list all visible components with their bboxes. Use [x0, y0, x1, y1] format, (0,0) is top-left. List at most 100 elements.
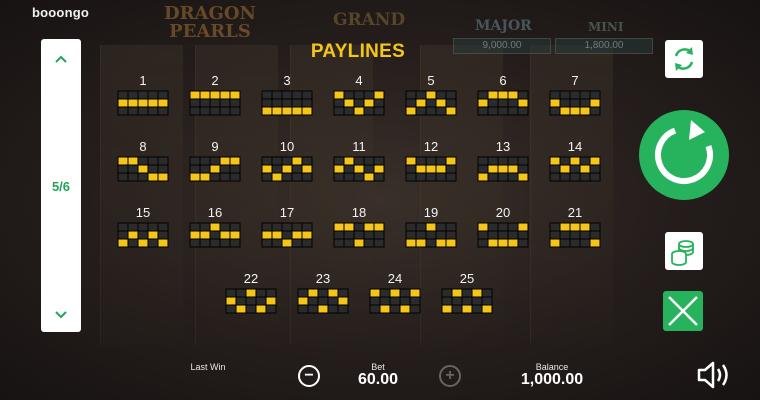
payline-diagram: [297, 288, 349, 314]
payline-cell-active: [189, 90, 201, 100]
sound-button[interactable]: [693, 358, 733, 392]
payline-cell: [333, 98, 345, 108]
payline-cell-active: [569, 222, 581, 232]
payline-cell-active: [137, 164, 149, 174]
payline-cell: [471, 304, 483, 314]
payline-cell: [579, 98, 591, 108]
payline-cell: [569, 172, 581, 182]
payline-cell: [281, 222, 293, 232]
payline-cell: [425, 106, 437, 116]
payline-cell: [301, 172, 313, 182]
payline-cell: [343, 106, 355, 116]
payline-cell: [497, 222, 509, 232]
payline-cell-active: [517, 172, 529, 182]
payline-cell-active: [157, 238, 169, 248]
payline-cell: [291, 164, 303, 174]
payline-cell-active: [245, 288, 257, 298]
payline-cell-active: [549, 156, 561, 166]
payline-cell-active: [589, 156, 601, 166]
payline-cell: [497, 106, 509, 116]
payline-cell: [281, 98, 293, 108]
payline-cell-active: [579, 164, 591, 174]
payline-cell: [255, 296, 267, 306]
bet-value: 60.00: [357, 371, 399, 388]
brand-logo: booongo: [32, 5, 89, 20]
payline-diagram: [333, 222, 385, 248]
payline-cell-active: [405, 106, 417, 116]
payline-cell-active: [477, 222, 489, 232]
payline-cell: [229, 172, 241, 182]
payline-number: 25: [459, 271, 475, 286]
payline-diagram: [405, 222, 457, 248]
payline-cell-active: [317, 304, 329, 314]
page-navigator: 5/6: [41, 39, 81, 332]
payline-cell: [337, 304, 349, 314]
chevron-down-icon[interactable]: [41, 307, 81, 323]
decrease-bet-button[interactable]: −: [298, 365, 320, 387]
payline-cell: [389, 304, 401, 314]
payline-cell: [343, 238, 355, 248]
payline-19: 19: [405, 205, 457, 248]
jackpot-grand-label: GRAND: [333, 10, 406, 30]
payline-cell: [369, 304, 381, 314]
payline-cell-active: [301, 230, 313, 240]
payline-number: 10: [279, 139, 295, 154]
payline-cell-active: [265, 296, 277, 306]
spin-button[interactable]: [639, 110, 729, 200]
payline-cell: [399, 296, 411, 306]
payline-cell-active: [307, 288, 319, 298]
game-logo-line2: PEARLS: [169, 21, 251, 42]
payline-cell: [281, 156, 293, 166]
chevron-up-icon[interactable]: [41, 51, 81, 67]
bet-settings-button[interactable]: [665, 232, 703, 270]
payline-cell-active: [415, 98, 427, 108]
payline-cell: [327, 296, 339, 306]
increase-bet-button[interactable]: +: [439, 365, 461, 387]
payline-number: 9: [211, 139, 219, 154]
close-x-icon: [668, 296, 698, 326]
payline-cell: [127, 164, 139, 174]
payline-cell: [229, 98, 241, 108]
payline-cell: [117, 164, 129, 174]
payline-cell: [549, 172, 561, 182]
payline-cell: [589, 222, 601, 232]
payline-cell: [363, 106, 375, 116]
payline-cell: [307, 304, 319, 314]
payline-cell-active: [281, 164, 293, 174]
payline-cell: [291, 98, 303, 108]
payline-cell: [435, 222, 447, 232]
payline-cell: [261, 172, 273, 182]
payline-diagram: [117, 222, 169, 248]
payline-cell-active: [399, 304, 411, 314]
payline-cell: [261, 222, 273, 232]
payline-diagram: [549, 156, 601, 182]
payline-cell: [507, 230, 519, 240]
payline-cell: [281, 172, 293, 182]
payline-cell-active: [147, 172, 159, 182]
payline-cell: [301, 98, 313, 108]
payline-cell: [477, 238, 489, 248]
payline-cell: [405, 90, 417, 100]
payline-cell: [477, 90, 489, 100]
payline-number: 3: [283, 73, 291, 88]
payline-cell: [507, 156, 519, 166]
payline-cell-active: [291, 230, 303, 240]
payline-cell-active: [549, 238, 561, 248]
payline-diagram: [117, 90, 169, 116]
payline-cell: [271, 156, 283, 166]
payline-cell-active: [219, 156, 231, 166]
payline-cell: [363, 90, 375, 100]
balance-value: 1,000.00: [520, 371, 584, 388]
payline-number: 20: [495, 205, 511, 220]
close-button[interactable]: [663, 291, 703, 331]
payline-cell: [579, 230, 591, 240]
payline-cell-active: [127, 98, 139, 108]
payline-number: 23: [315, 271, 331, 286]
payline-diagram: [477, 156, 529, 182]
autoplay-button[interactable]: [665, 40, 703, 78]
payline-cell: [301, 222, 313, 232]
payline-cell: [157, 222, 169, 232]
payline-cell-active: [441, 304, 453, 314]
payline-cell: [445, 164, 457, 174]
payline-cell-active: [569, 106, 581, 116]
